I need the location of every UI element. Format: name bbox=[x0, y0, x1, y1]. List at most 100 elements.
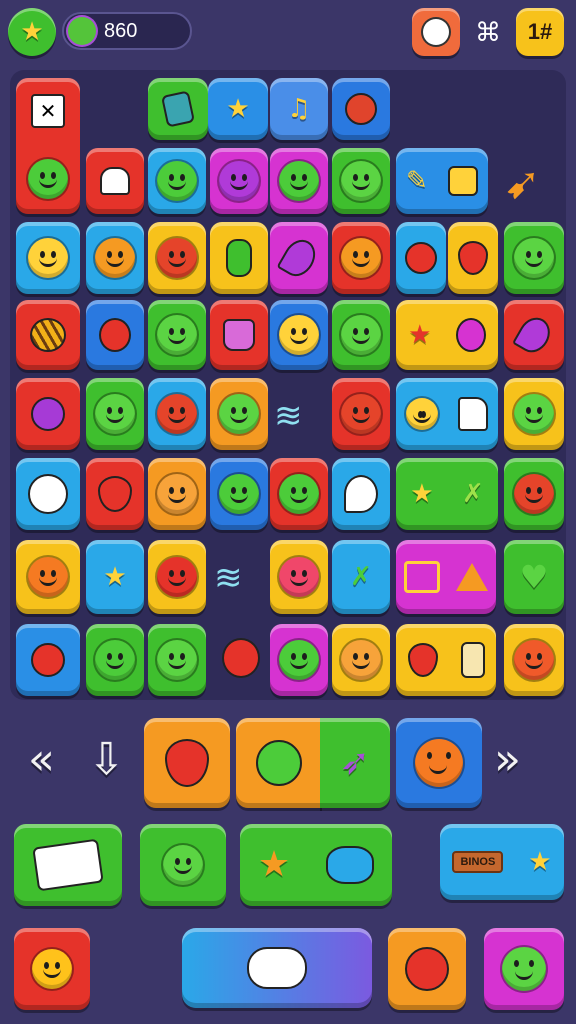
tile-yellow-face-r7b[interactable] bbox=[504, 624, 564, 696]
tile-green-face-r3[interactable] bbox=[148, 300, 206, 370]
booster-strawberry[interactable] bbox=[144, 718, 230, 808]
yellow-block-icon bbox=[447, 166, 478, 196]
chef-button[interactable] bbox=[412, 8, 460, 56]
powerup-star-cloud[interactable]: ★ bbox=[240, 824, 392, 906]
tile-green-heart[interactable]: ♥ bbox=[504, 540, 564, 614]
tile-yellow-pickle[interactable] bbox=[210, 222, 268, 294]
flag-icon bbox=[458, 397, 488, 431]
tile-magenta-face[interactable] bbox=[210, 148, 268, 214]
green-face-icon bbox=[163, 845, 203, 885]
booster-apple[interactable] bbox=[236, 718, 322, 808]
tile-blue-face-r2b[interactable] bbox=[86, 222, 144, 294]
arrow-left-icon[interactable]: « bbox=[28, 734, 55, 785]
tile-yellow-tomato[interactable] bbox=[148, 222, 206, 294]
tile-blue-note[interactable]: ♫ bbox=[270, 78, 328, 140]
tile-yellow-wide-r7[interactable] bbox=[396, 624, 496, 696]
tile-magenta-leaf[interactable] bbox=[270, 222, 328, 294]
tile-blue-face-r4[interactable] bbox=[148, 378, 206, 450]
green-face-icon bbox=[514, 238, 554, 278]
tile-blue-star[interactable]: ★ bbox=[208, 78, 268, 140]
bottom-magenta-face[interactable] bbox=[484, 928, 564, 1010]
tile-magenta-face-r7[interactable] bbox=[270, 624, 328, 696]
tile-red-ghost[interactable] bbox=[86, 148, 144, 214]
tile-blue-face-r2a[interactable] bbox=[16, 222, 80, 294]
tile-yellow-face-r7[interactable] bbox=[332, 624, 390, 696]
star-icon: ★ bbox=[226, 94, 250, 124]
balloon-icon bbox=[222, 638, 260, 678]
green-face-icon bbox=[95, 640, 135, 680]
arrow-down-icon[interactable]: ⇩ bbox=[88, 734, 125, 785]
tile-red-face-r4[interactable] bbox=[332, 378, 390, 450]
tile-green-wide-r5[interactable]: ★ ✗ bbox=[396, 458, 498, 530]
tile-red-melon[interactable] bbox=[16, 300, 80, 370]
tile-green-face[interactable] bbox=[332, 148, 390, 214]
tile-magenta-face-2[interactable] bbox=[270, 148, 328, 214]
leaf-icon bbox=[276, 234, 322, 282]
powerup-pea[interactable] bbox=[140, 824, 226, 906]
tile-magenta-wide[interactable] bbox=[396, 540, 496, 614]
tile-blue-star-r6[interactable]: ★ bbox=[86, 540, 144, 614]
tile-yellow-radish[interactable] bbox=[270, 540, 328, 614]
pickle-icon bbox=[226, 239, 252, 277]
shuffle-button[interactable]: ⌘ bbox=[468, 16, 508, 50]
strawberry-icon bbox=[458, 241, 488, 275]
powerup-label[interactable]: BINOS ★ bbox=[440, 824, 564, 900]
tile-blue-apple[interactable] bbox=[396, 222, 446, 294]
star-icon: ★ bbox=[528, 847, 552, 877]
tile-green-face-r2[interactable] bbox=[504, 222, 564, 294]
tile-blue-face[interactable] bbox=[148, 148, 206, 214]
tile-yellow-face-r6[interactable] bbox=[16, 540, 80, 614]
cloud-button[interactable] bbox=[182, 928, 372, 1008]
green-face-icon bbox=[279, 161, 319, 201]
tile-red-leaf[interactable] bbox=[504, 300, 564, 370]
red-face-icon bbox=[157, 557, 197, 597]
tile-green-face-r7[interactable] bbox=[148, 624, 206, 696]
tile-blue-wide[interactable]: ✎ bbox=[396, 148, 488, 214]
powerup-card[interactable] bbox=[14, 824, 122, 906]
yellow-face-icon bbox=[28, 238, 68, 278]
tile-blue-dice[interactable] bbox=[16, 458, 80, 530]
booster-carrot[interactable]: ➶ bbox=[320, 718, 390, 808]
tile-red-strawberry[interactable] bbox=[86, 458, 144, 530]
bottom-red-face[interactable] bbox=[14, 928, 90, 1010]
booster-face[interactable] bbox=[396, 718, 482, 808]
tile-blue-face-r3[interactable] bbox=[270, 300, 328, 370]
tile-yellow-face-r4[interactable] bbox=[504, 378, 564, 450]
leaf-icon bbox=[512, 311, 556, 359]
tile-blue-candy-r6[interactable]: ✗ bbox=[332, 540, 390, 614]
tile-orange-face-r4[interactable] bbox=[210, 378, 268, 450]
tile-blue-wide-r4[interactable] bbox=[396, 378, 498, 450]
apple-icon bbox=[256, 740, 302, 786]
tile-blue-apple-r7[interactable] bbox=[16, 624, 80, 696]
tile-red-plum[interactable] bbox=[16, 378, 80, 450]
orange-face-icon bbox=[341, 238, 381, 278]
tile-green-face-r3b[interactable] bbox=[332, 300, 390, 370]
tile-green-candy[interactable] bbox=[148, 78, 208, 140]
tile-yellow-tomato-r6[interactable] bbox=[148, 540, 206, 614]
tile-green-face-r4[interactable] bbox=[86, 378, 144, 450]
tile-red-tall[interactable]: ✕ bbox=[16, 78, 80, 214]
pickle-icon: ✗ bbox=[461, 479, 484, 509]
cupcake-icon bbox=[223, 319, 255, 351]
tile-red-face[interactable] bbox=[332, 222, 390, 294]
tile-blue-bubble[interactable] bbox=[332, 458, 390, 530]
star-icon: ★ bbox=[408, 320, 432, 350]
green-face-icon bbox=[502, 947, 546, 991]
tile-green-pepper[interactable] bbox=[86, 624, 144, 696]
close-icon: ✕ bbox=[31, 93, 65, 128]
tile-red-face-r5[interactable] bbox=[270, 458, 328, 530]
shuffle-icon: ⌘ bbox=[475, 18, 501, 48]
tile-red-cupcake[interactable] bbox=[210, 300, 268, 370]
arrow-right-icon[interactable]: » bbox=[494, 734, 521, 785]
tile-blue-face-r5[interactable] bbox=[210, 458, 268, 530]
tile-yellow-wide[interactable]: ★ bbox=[396, 300, 498, 370]
tile-blue-berry[interactable] bbox=[332, 78, 390, 140]
tile-yellow-strawberry[interactable] bbox=[448, 222, 498, 294]
level-badge[interactable]: 1# bbox=[516, 8, 564, 56]
strawberry-icon bbox=[98, 476, 132, 512]
tile-green-face-r5[interactable] bbox=[504, 458, 564, 530]
tile-orange-face-r5[interactable] bbox=[148, 458, 206, 530]
level-star-button[interactable]: ★ bbox=[8, 8, 56, 56]
tile-blue-apple-r3[interactable] bbox=[86, 300, 144, 370]
bottom-orange-tomato[interactable] bbox=[388, 928, 466, 1010]
